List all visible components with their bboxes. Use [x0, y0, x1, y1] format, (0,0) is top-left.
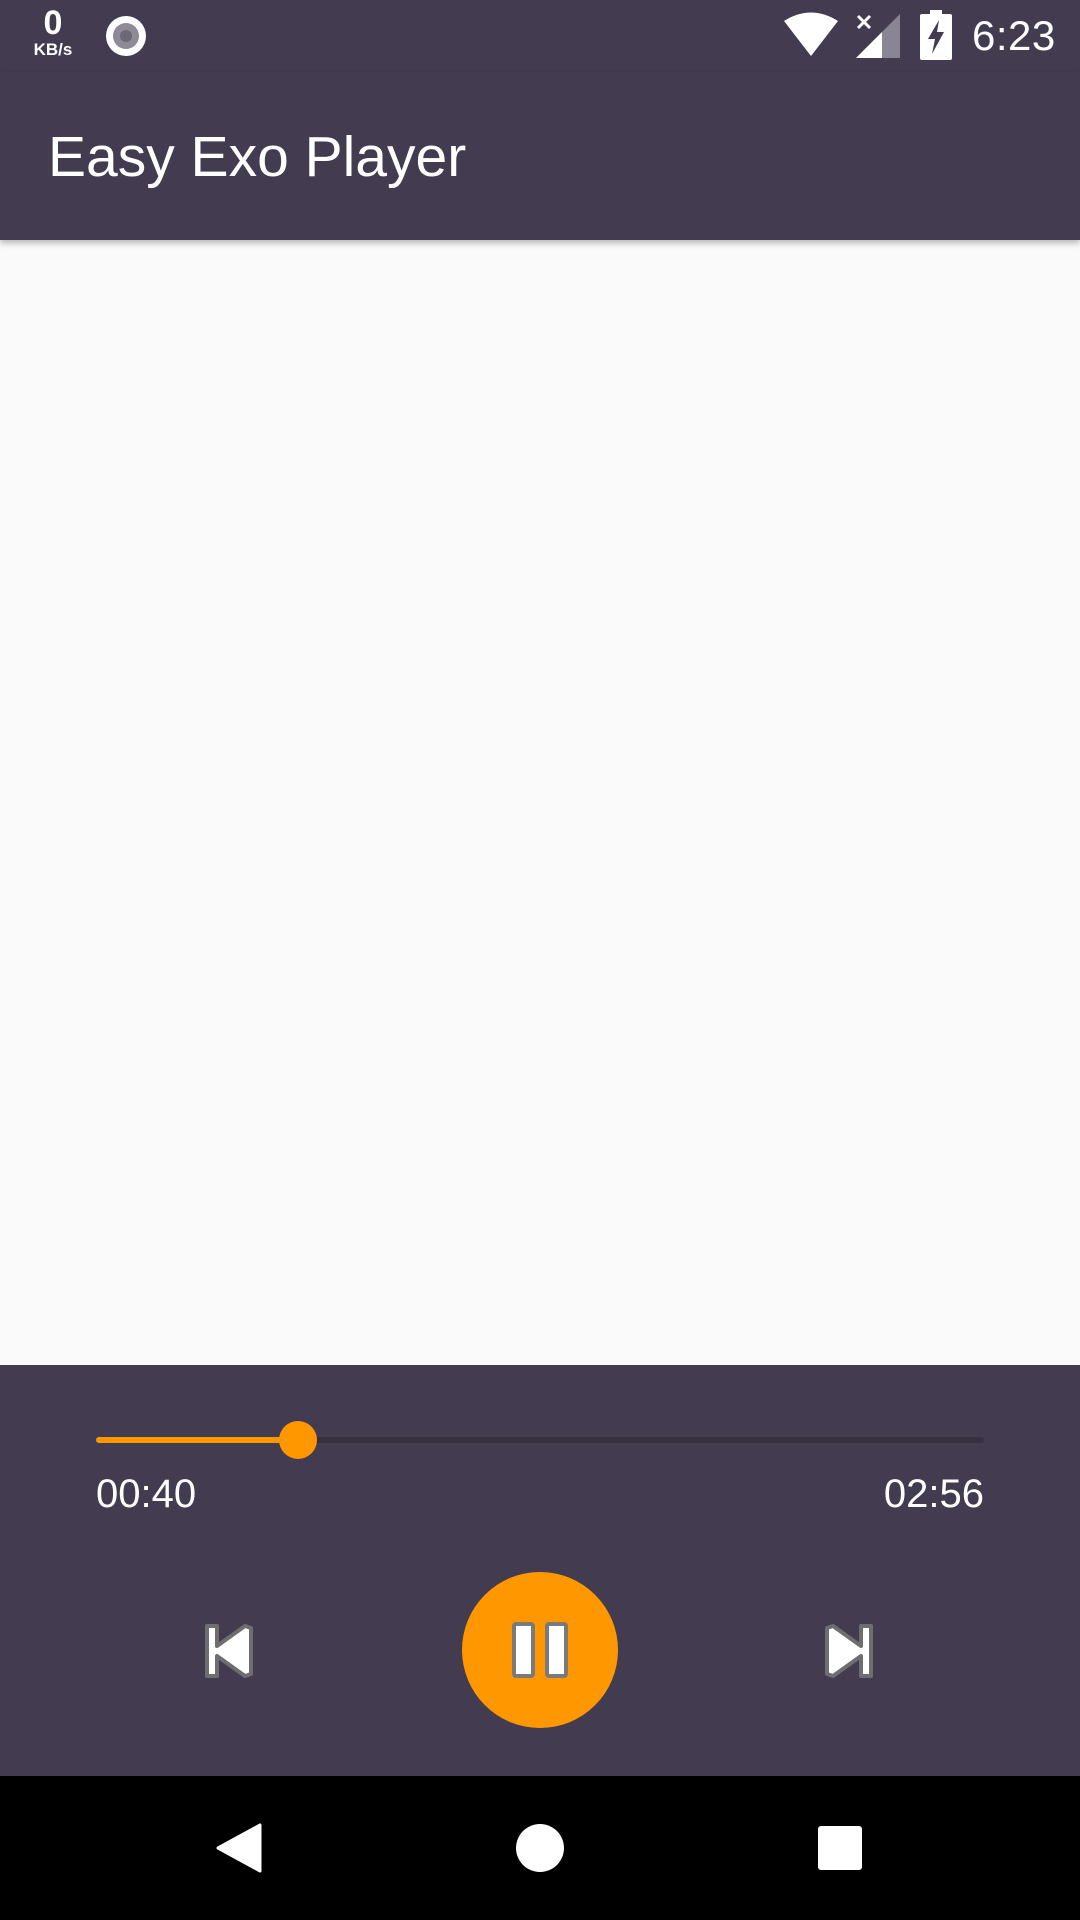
nav-recents-button[interactable] — [760, 1776, 920, 1920]
current-time: 00:40 — [96, 1472, 197, 1516]
network-speed-unit: KB/s — [33, 40, 73, 59]
pause-icon — [512, 1622, 568, 1678]
next-button[interactable] — [808, 1611, 888, 1691]
app-bar: Easy Exo Player — [0, 72, 1080, 240]
signal-no-sim-icon — [856, 14, 900, 58]
battery-charging-icon — [920, 10, 952, 60]
record-icon — [106, 16, 146, 56]
status-bar: 0 KB/s 6:23 — [0, 0, 1080, 72]
seek-bar-progress — [96, 1437, 298, 1443]
previous-button[interactable] — [190, 1611, 270, 1691]
seek-bar-thumb[interactable] — [278, 1421, 317, 1459]
nav-home-button[interactable] — [460, 1776, 620, 1920]
skip-next-icon — [825, 1624, 873, 1678]
nav-back-button[interactable] — [160, 1776, 320, 1920]
wifi-icon — [784, 12, 838, 56]
network-speed-value: 0 — [43, 4, 63, 42]
app-title: Easy Exo Player — [48, 125, 467, 189]
recents-icon — [818, 1826, 862, 1870]
total-duration: 02:56 — [883, 1472, 984, 1516]
back-icon — [216, 1823, 262, 1873]
play-pause-button[interactable] — [462, 1572, 618, 1728]
system-navigation-bar — [0, 1776, 1080, 1920]
home-icon — [516, 1824, 564, 1872]
network-speed-indicator: 0 KB/s — [22, 6, 84, 58]
skip-previous-icon — [205, 1624, 253, 1678]
seek-bar[interactable] — [96, 1421, 984, 1459]
video-surface[interactable] — [0, 240, 1080, 1365]
player-control-panel: 00:40 02:56 — [0, 1365, 1080, 1776]
status-clock: 6:23 — [972, 12, 1056, 59]
